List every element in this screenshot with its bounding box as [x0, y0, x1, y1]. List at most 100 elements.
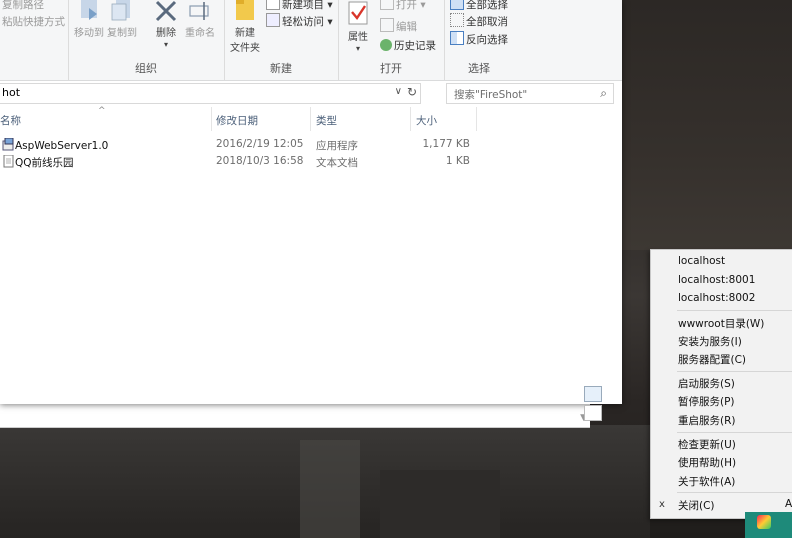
- easy-access-button[interactable]: 轻松访问 ▾: [266, 13, 333, 29]
- column-divider[interactable]: [310, 107, 311, 131]
- open-icon: [380, 0, 394, 10]
- delete-x-icon: [155, 0, 177, 22]
- invert-selection-button[interactable]: 反向选择: [450, 31, 508, 47]
- copy-to-button[interactable]: 复制到: [106, 0, 138, 39]
- rename-icon: [189, 2, 209, 20]
- menu-shortcut-letter: A: [785, 498, 792, 510]
- rename-button[interactable]: 重命名: [182, 0, 218, 39]
- select-all-button[interactable]: 全部选择: [450, 0, 508, 12]
- desktop-background-shape: [300, 440, 360, 538]
- column-divider[interactable]: [410, 107, 411, 131]
- address-bar[interactable]: hot ∨ ↻: [0, 83, 421, 104]
- properties-button[interactable]: 属性 ▾: [344, 0, 372, 54]
- ribbon-group-clipboard: 复制路径 粘贴快捷方式: [0, 0, 69, 80]
- history-button[interactable]: 历史记录: [380, 38, 436, 53]
- copy-to-icon: [111, 0, 130, 21]
- menu-item-pause-service[interactable]: 暂停服务(P): [678, 394, 735, 409]
- file-row[interactable]: AspWebServer1.0 2016/2/19 12:05 应用程序 1,1…: [0, 136, 480, 154]
- open-group-label: 打开: [380, 62, 402, 75]
- menu-item-help[interactable]: 使用帮助(H): [678, 455, 736, 470]
- file-type-cell: 应用程序: [316, 140, 358, 152]
- desktop-background: [620, 0, 792, 250]
- menu-item-close[interactable]: 关闭(C): [678, 498, 715, 513]
- menu-item-restart-service[interactable]: 重启服务(R): [678, 413, 736, 428]
- menu-separator: [677, 432, 792, 433]
- easy-access-icon: [266, 13, 280, 27]
- menu-item-wwwroot[interactable]: wwwroot目录(W): [678, 316, 764, 331]
- menu-item-about[interactable]: 关于软件(A): [678, 474, 735, 489]
- file-name-cell: QQ前线乐园: [2, 154, 74, 170]
- invert-selection-icon: [450, 31, 464, 45]
- file-date-cell: 2018/10/3 16:58: [216, 155, 304, 167]
- move-to-button[interactable]: 移动到: [73, 0, 105, 39]
- menu-item-check-update[interactable]: 检查更新(U): [678, 437, 736, 452]
- tray-context-menu: localhost localhost:8001 localhost:8002 …: [650, 249, 792, 519]
- address-path: hot: [2, 86, 21, 99]
- select-none-button[interactable]: 全部取消: [450, 13, 508, 29]
- chevron-down-icon: ▾: [355, 44, 360, 53]
- menu-separator: [677, 371, 792, 372]
- select-all-icon: [450, 0, 464, 10]
- file-size-cell: 1,177 KB: [422, 138, 471, 150]
- tray-app-icon[interactable]: [757, 515, 771, 529]
- text-file-icon: [3, 154, 14, 168]
- folder-icon: [236, 0, 254, 20]
- file-row[interactable]: QQ前线乐园 2018/10/3 16:58 文本文档 1 KB: [0, 153, 480, 171]
- ribbon: 复制路径 粘贴快捷方式 移动到 复制到 删除 ▾ 重命名 组织 新建 文件夹 新…: [0, 0, 622, 81]
- edit-button[interactable]: 编辑: [380, 18, 417, 34]
- column-divider[interactable]: [476, 107, 477, 131]
- file-name-cell: AspWebServer1.0: [2, 137, 108, 152]
- search-icon[interactable]: ⌕: [600, 86, 607, 101]
- refresh-icon[interactable]: ↻: [407, 85, 417, 99]
- history-icon: [380, 39, 392, 51]
- menu-item-localhost-8001[interactable]: localhost:8001: [678, 274, 755, 286]
- file-type-cell: 文本文档: [316, 157, 358, 169]
- chevron-down-icon: ▾: [163, 40, 168, 49]
- address-dropdown-icon[interactable]: ∨: [395, 86, 402, 97]
- taskbar-tray: [745, 512, 792, 538]
- ribbon-group-new: 新建 文件夹 新建项目 ▾ 轻松访问 ▾ 新建: [224, 0, 339, 80]
- new-item-button[interactable]: 新建项目 ▾: [266, 0, 333, 12]
- view-switcher: [584, 386, 622, 424]
- column-headers: ^ 名称 修改日期 类型 大小: [0, 106, 622, 131]
- select-group-label: 选择: [468, 62, 490, 75]
- ribbon-group-open: 属性 ▾ 打开 ▾ 编辑 历史记录 打开: [338, 0, 445, 80]
- large-icons-view-icon[interactable]: [584, 405, 602, 421]
- new-group-label: 新建: [270, 62, 292, 75]
- file-size-cell: 1 KB: [445, 155, 470, 167]
- search-box[interactable]: 搜索"FireShot" ⌕: [446, 83, 614, 104]
- address-row: hot ∨ ↻ 搜索"FireShot" ⌕: [0, 81, 622, 105]
- select-none-icon: [450, 13, 464, 27]
- column-type[interactable]: 类型: [316, 113, 337, 128]
- file-explorer-window: 复制路径 粘贴快捷方式 移动到 复制到 删除 ▾ 重命名 组织 新建 文件夹 新…: [0, 0, 622, 421]
- menu-item-localhost-8002[interactable]: localhost:8002: [678, 292, 755, 304]
- column-name[interactable]: 名称: [0, 113, 21, 128]
- file-date-cell: 2016/2/19 12:05: [216, 138, 304, 150]
- menu-item-server-config[interactable]: 服务器配置(C): [678, 352, 746, 367]
- menu-item-start-service[interactable]: 启动服务(S): [678, 376, 735, 391]
- details-view-icon[interactable]: [584, 386, 602, 402]
- sort-ascending-icon: ^: [98, 106, 106, 116]
- delete-button[interactable]: 删除 ▾: [152, 0, 180, 50]
- open-button[interactable]: 打开 ▾: [380, 0, 426, 12]
- column-date[interactable]: 修改日期: [216, 113, 258, 128]
- ribbon-group-select: 全部选择 全部取消 反向选择 选择: [444, 0, 514, 80]
- column-size[interactable]: 大小: [416, 113, 437, 128]
- menu-separator: [677, 492, 792, 493]
- app-icon: [2, 137, 14, 151]
- close-icon: x: [659, 499, 665, 510]
- copy-path-button[interactable]: 复制路径: [2, 0, 44, 12]
- properties-check-icon: [348, 1, 368, 25]
- ribbon-group-organize: 移动到 复制到 删除 ▾ 重命名 组织: [68, 0, 225, 80]
- search-placeholder: 搜索"FireShot": [454, 89, 528, 101]
- paste-shortcut-button[interactable]: 粘贴快捷方式: [2, 14, 65, 29]
- menu-item-localhost[interactable]: localhost: [678, 255, 725, 267]
- desktop-background-shape-2: [380, 470, 500, 538]
- organize-group-label: 组织: [135, 62, 157, 75]
- edit-icon: [380, 18, 394, 32]
- column-divider[interactable]: [211, 107, 212, 131]
- new-item-icon: [266, 0, 280, 10]
- menu-item-install-service[interactable]: 安装为服务(I): [678, 334, 742, 349]
- new-folder-button[interactable]: 新建 文件夹: [228, 0, 262, 54]
- move-to-icon: [81, 0, 97, 20]
